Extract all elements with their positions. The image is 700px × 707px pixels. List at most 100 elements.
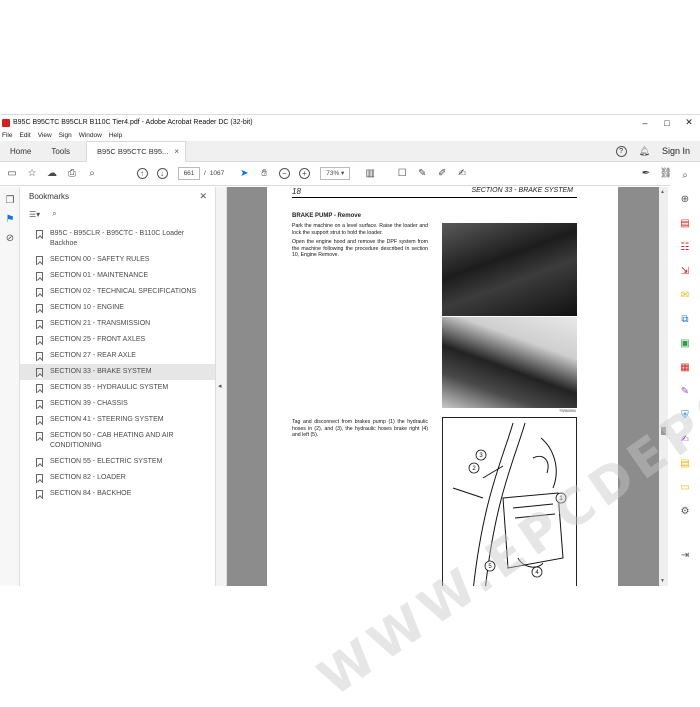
find-bookmark-icon[interactable]: ⌕ — [52, 209, 56, 219]
navigation-strip: ❐ ⚑ ⊘ — [0, 187, 20, 586]
tab-home[interactable]: Home — [0, 141, 41, 162]
paragraph-3: Tag and disconnect from brakes pump (1) … — [292, 419, 428, 438]
save-icon[interactable]: ▭ — [2, 168, 22, 179]
bookmark-label: SECTION 02 - TECHNICAL SPECIFICATIONS — [50, 288, 197, 295]
previous-page-icon[interactable]: ↑ — [132, 168, 152, 179]
send-for-comments-icon[interactable]: ▤ — [670, 453, 700, 477]
sign-in-button[interactable]: Sign In — [662, 146, 690, 156]
organize-pages-icon[interactable]: ☷ — [670, 237, 700, 261]
document-viewer[interactable]: 18 SECTION 33 - BRAKE SYSTEM BRAKE PUMP … — [227, 187, 659, 586]
attachments-icon[interactable]: ⊘ — [0, 233, 20, 244]
engine-photo-top — [442, 223, 577, 316]
page-number-label: 18 — [292, 187, 301, 196]
comment-tool-icon[interactable]: ✉ — [670, 285, 700, 309]
print-icon[interactable]: ⎙ — [62, 168, 82, 179]
bookmark-icon — [36, 336, 43, 345]
page-number-input[interactable]: 661 — [178, 167, 200, 180]
upload-cloud-icon[interactable]: ☁ — [42, 168, 62, 179]
expand-pane-icon[interactable]: ⇥ — [670, 545, 700, 569]
tab-close-icon[interactable]: × — [174, 147, 179, 156]
zoom-level-dropdown[interactable]: 73% ▾ — [320, 167, 351, 180]
menu-file[interactable]: File — [2, 132, 12, 139]
bookmark-star-icon[interactable]: ☆ — [22, 168, 42, 179]
tools-zoom-icon[interactable]: ⊕ — [670, 189, 700, 213]
zoom-out-icon[interactable]: − — [274, 168, 294, 179]
bookmark-options-icon[interactable]: ☰▾ — [29, 210, 40, 219]
minimize-button[interactable]: – — [634, 118, 656, 128]
maximize-button[interactable]: □ — [656, 118, 678, 128]
menu-help[interactable]: Help — [109, 132, 122, 139]
tab-document-label: B95C B95CTC B95... — [97, 147, 169, 156]
pdf-page: 18 SECTION 33 - BRAKE SYSTEM BRAKE PUMP … — [267, 187, 618, 586]
bookmark-icon — [36, 416, 43, 425]
bookmark-item[interactable]: SECTION 33 - BRAKE SYSTEM — [20, 364, 215, 380]
search-icon[interactable]: ⌕ — [82, 168, 102, 179]
page-display-icon[interactable]: ▥ — [360, 168, 380, 179]
bookmark-item[interactable]: SECTION 55 - ELECTRIC SYSTEM — [20, 454, 215, 470]
bookmark-icon — [36, 400, 43, 409]
bookmark-item[interactable]: SECTION 41 - STEERING SYSTEM — [20, 412, 215, 428]
stamp-icon[interactable]: ▭ — [670, 477, 700, 501]
bookmark-item[interactable]: SECTION 50 - CAB HEATING AND AIR CONDITI… — [20, 428, 215, 454]
bookmark-item[interactable]: SECTION 39 - CHASSIS — [20, 396, 215, 412]
bookmark-item[interactable]: SECTION 25 - FRONT AXLES — [20, 332, 215, 348]
hand-tool-icon[interactable]: ✋︎ — [254, 168, 274, 179]
page-thumbnails-icon[interactable]: ❐ — [0, 195, 20, 206]
menu-view[interactable]: View — [38, 132, 52, 139]
vertical-scrollbar[interactable]: ▲ ▼ — [659, 187, 668, 586]
bookmark-item[interactable]: SECTION 27 - REAR AXLE — [20, 348, 215, 364]
bookmark-item[interactable]: SECTION 10 - ENGINE — [20, 300, 215, 316]
close-bookmarks-icon[interactable]: ✕ — [199, 191, 207, 202]
combine-files-icon[interactable]: ⧉ — [670, 309, 700, 333]
highlight-pen-icon[interactable]: ✎ — [412, 168, 432, 179]
compress-pdf-icon[interactable]: ▦ — [670, 357, 700, 381]
collapse-arrow-icon[interactable]: ◂ — [218, 382, 222, 390]
engine-photo-bottom — [442, 317, 577, 408]
bookmark-item[interactable]: SECTION 00 - SAFETY RULES — [20, 252, 215, 268]
select-cursor-icon[interactable]: ➤ — [234, 168, 254, 179]
sign-edit-icon[interactable]: ✒ — [636, 168, 656, 179]
close-window-button[interactable]: ✕ — [678, 117, 700, 128]
tab-tools[interactable]: Tools — [41, 141, 80, 162]
bookmark-item[interactable]: SECTION 84 - BACKHOE — [20, 486, 215, 502]
bookmark-icon — [36, 490, 43, 499]
zoom-in-icon[interactable]: + — [294, 168, 314, 179]
bookmark-icon — [36, 368, 43, 377]
panel-collapse-bar[interactable]: ◂ — [216, 187, 227, 586]
request-signature-icon[interactable]: ✍︎ — [670, 429, 700, 453]
page-section-header: SECTION 33 - BRAKE SYSTEM — [471, 187, 573, 194]
fill-sign-icon[interactable]: ✍︎ — [452, 168, 472, 179]
bookmark-label: SECTION 00 - SAFETY RULES — [50, 256, 150, 263]
menu-sign[interactable]: Sign — [59, 132, 72, 139]
help-icon[interactable]: ? — [615, 145, 627, 157]
brake-pump-diagram: 1 2 3 4 5 — [442, 417, 577, 586]
export-pdf-icon[interactable]: ⇲ — [670, 261, 700, 285]
notification-bell-icon[interactable]: 🔔︎ — [639, 146, 650, 157]
bookmark-item[interactable]: SECTION 21 - TRANSMISSION — [20, 316, 215, 332]
scrollbar-thumb[interactable] — [661, 427, 666, 435]
tools-search-icon[interactable]: ⌕ — [670, 165, 700, 189]
bookmarks-toolbar: ☰▾ ⌕ — [20, 205, 215, 223]
bookmark-icon — [36, 384, 43, 393]
fill-and-sign-icon[interactable]: ✎ — [670, 381, 700, 405]
scroll-up-icon[interactable]: ▲ — [660, 189, 665, 195]
bookmark-item[interactable]: B95C - B95CLR - B95CTC - B110C Loader Ba… — [20, 226, 215, 252]
bookmarks-panel-icon[interactable]: ⚑ — [0, 214, 20, 225]
more-tools-icon[interactable]: ⚙ — [670, 501, 700, 525]
menu-edit[interactable]: Edit — [19, 132, 30, 139]
tab-bar: Home Tools B95C B95CTC B95... × ? 🔔︎ Sig… — [0, 140, 700, 162]
scroll-down-icon[interactable]: ▼ — [660, 578, 665, 584]
comment-icon[interactable]: ☐ — [392, 168, 412, 179]
bookmark-item[interactable]: SECTION 82 - LOADER — [20, 470, 215, 486]
menu-window[interactable]: Window — [79, 132, 102, 139]
protect-icon[interactable]: ⛨ — [670, 405, 700, 429]
bookmark-item[interactable]: SECTION 01 - MAINTENANCE — [20, 268, 215, 284]
draw-icon[interactable]: ✐ — [432, 168, 452, 179]
tab-document[interactable]: B95C B95CTC B95... × — [86, 140, 186, 162]
next-page-icon[interactable]: ↓ — [152, 168, 172, 179]
scan-ocr-icon[interactable]: ▣ — [670, 333, 700, 357]
bookmark-label: SECTION 41 - STEERING SYSTEM — [50, 416, 164, 423]
bookmark-item[interactable]: SECTION 02 - TECHNICAL SPECIFICATIONS — [20, 284, 215, 300]
bookmark-item[interactable]: SECTION 35 - HYDRAULIC SYSTEM — [20, 380, 215, 396]
create-pdf-icon[interactable]: ▤ — [670, 213, 700, 237]
